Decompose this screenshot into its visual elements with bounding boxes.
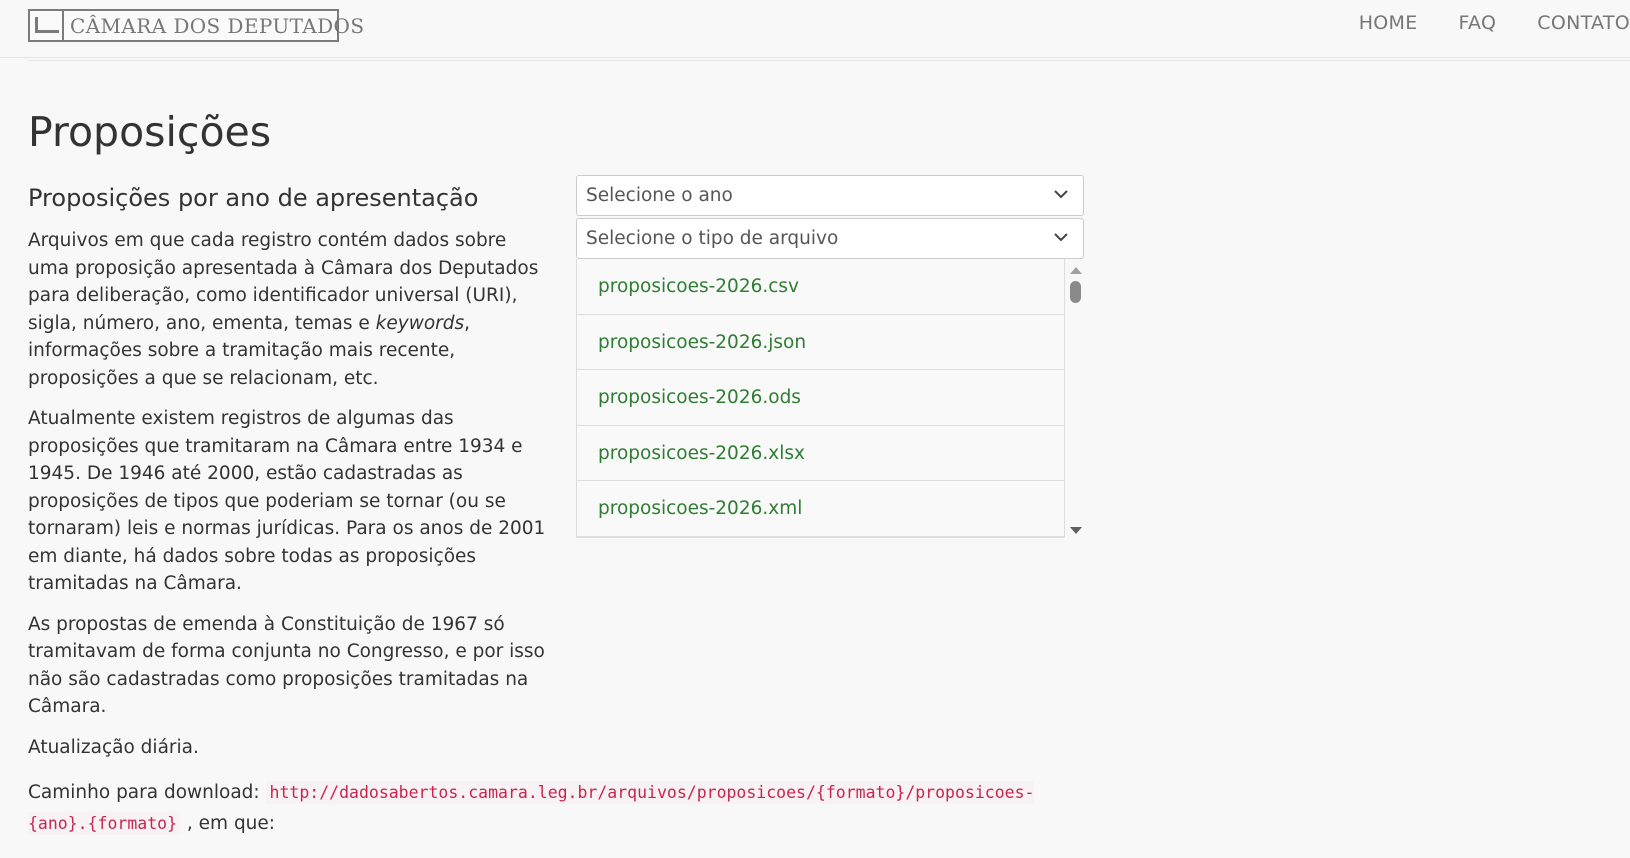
file-link-json[interactable]: proposicoes-2026.json [577, 314, 1064, 370]
file-link-csv[interactable]: proposicoes-2026.csv [577, 259, 1064, 315]
camara-logo-icon [30, 11, 64, 40]
description-paragraph-3: As propostas de emenda à Constituição de… [28, 613, 545, 718]
nav-home-link[interactable]: HOME [1318, 12, 1418, 34]
update-frequency: Atualização diária. [28, 736, 199, 758]
year-select-placeholder: Selecione o ano [586, 185, 733, 206]
description: Arquivos em que cada registro contém dad… [28, 227, 548, 774]
scroll-up-arrow-icon[interactable] [1070, 267, 1082, 274]
description-paragraph-2: Atualmente existem registros de algumas … [28, 408, 546, 594]
main-nav: HOME FAQ CONTATO [1318, 12, 1630, 34]
file-list: proposicoes-2026.csv proposicoes-2026.js… [576, 259, 1084, 540]
file-list-items: proposicoes-2026.csv proposicoes-2026.js… [576, 259, 1065, 538]
scroll-down-arrow-icon[interactable] [1070, 527, 1082, 534]
logo-text: CÂMARA DOS DEPUTADOS [70, 13, 365, 38]
file-list-scrollbar[interactable] [1066, 259, 1084, 540]
file-link-xlsx[interactable]: proposicoes-2026.xlsx [577, 425, 1064, 481]
top-navbar: CÂMARA DOS DEPUTADOS HOME FAQ CONTATO [0, 0, 1630, 58]
nav-contato-link[interactable]: CONTATO [1496, 12, 1630, 34]
file-type-select[interactable]: Selecione o tipo de arquivo [576, 218, 1084, 259]
scroll-thumb[interactable] [1070, 281, 1081, 303]
download-suffix: , em que: [181, 813, 276, 834]
camara-logo[interactable]: CÂMARA DOS DEPUTADOS [28, 9, 364, 42]
file-link-ods[interactable]: proposicoes-2026.ods [577, 370, 1064, 426]
chevron-down-icon [1054, 233, 1068, 242]
p1-keywords: keywords [375, 312, 465, 334]
download-label: Caminho para download: [28, 782, 266, 803]
header-divider [28, 60, 1630, 61]
file-link-xml[interactable]: proposicoes-2026.xml [577, 481, 1064, 537]
chevron-down-icon [1054, 190, 1068, 199]
page-title: Proposições [28, 108, 272, 156]
section-title: Proposições por ano de apresentação [28, 184, 479, 212]
file-type-select-placeholder: Selecione o tipo de arquivo [586, 228, 839, 249]
download-path-line: Caminho para download: http://dadosabert… [28, 777, 1088, 839]
nav-faq-link[interactable]: FAQ [1418, 12, 1497, 34]
year-select[interactable]: Selecione o ano [576, 175, 1084, 216]
description-paragraph-1: Arquivos em que cada registro contém dad… [28, 227, 548, 392]
